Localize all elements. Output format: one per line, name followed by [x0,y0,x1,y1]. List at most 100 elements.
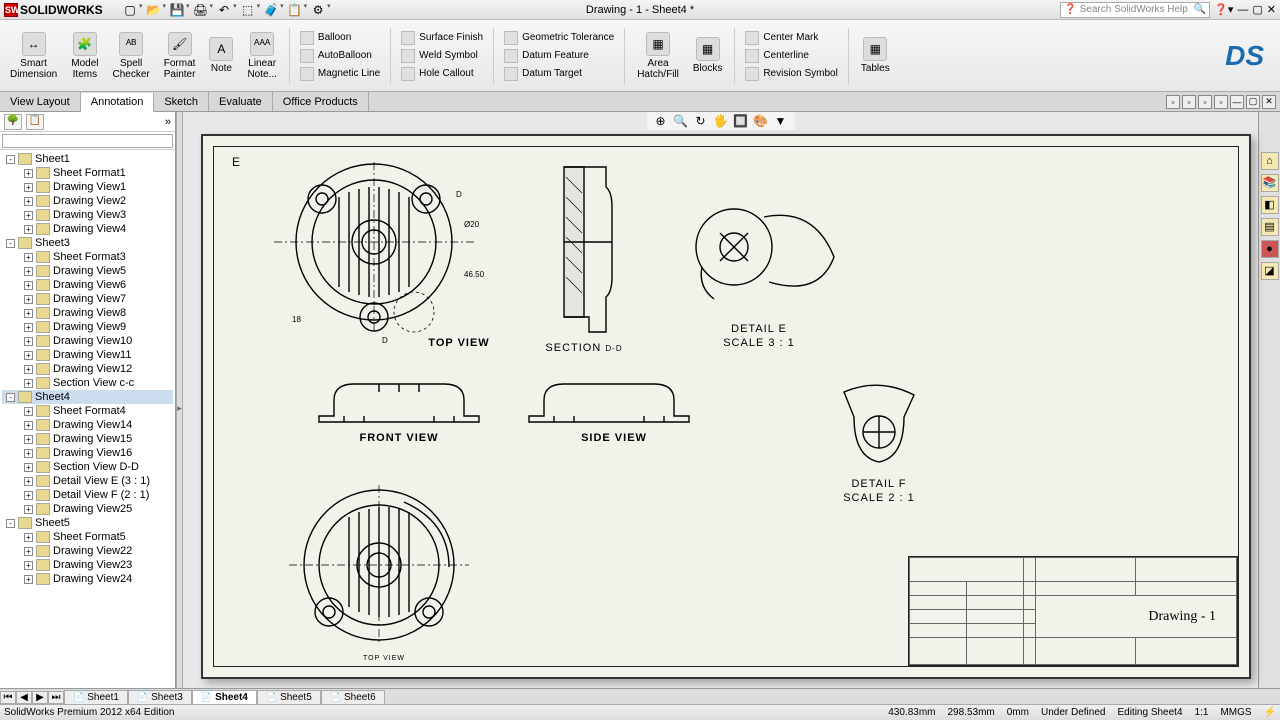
status-rebuild-icon[interactable]: ⚡ [1264,707,1276,718]
qat-dd-7[interactable]: ▾ [304,2,308,18]
drawing-view-detail-f[interactable]: DETAIL FSCALE 2 : 1 [824,377,934,507]
tree-item-drawing-view3[interactable]: +Drawing View3 [2,208,173,222]
tree-expand-icon[interactable]: + [24,407,33,416]
tree-expand-icon[interactable]: + [24,225,33,234]
tree-item-drawing-view6[interactable]: +Drawing View6 [2,278,173,292]
qat-btn-6[interactable]: 🧳 [263,2,279,18]
tab-office-products[interactable]: Office Products [273,92,369,111]
tree-expand-icon[interactable]: + [24,365,33,374]
tab-view-layout[interactable]: View Layout [0,92,81,111]
tree-item-drawing-view24[interactable]: +Drawing View24 [2,572,173,586]
tree-item-sheet-format1[interactable]: +Sheet Format1 [2,166,173,180]
tree-expand-icon[interactable]: + [24,421,33,430]
tree-item-drawing-view2[interactable]: +Drawing View2 [2,194,173,208]
mdi-min[interactable]: — [1230,95,1244,109]
qat-btn-2[interactable]: 💾 [169,2,185,18]
tree-expand-icon[interactable]: + [24,253,33,262]
fm-tab-prop[interactable]: 📋 [26,114,44,130]
qat-btn-7[interactable]: 📋 [287,2,303,18]
mdi-btn-1[interactable]: ▫ [1166,95,1180,109]
fm-filter-input[interactable] [2,134,173,148]
ribbon-center-0[interactable]: Center Mark [743,30,839,46]
sheet-nav-prev[interactable]: ◀ [16,691,32,704]
tree-item-section-view-c-c[interactable]: +Section View c-c [2,376,173,390]
tree-expand-icon[interactable]: - [6,155,15,164]
sheet-tab-sheet5[interactable]: 📄Sheet5 [257,690,321,705]
title-block[interactable]: Drawing - 1 [908,556,1238,666]
status-units[interactable]: MMGS [1220,707,1251,718]
tree-item-sheet1[interactable]: -Sheet1 [2,152,173,166]
tab-annotation[interactable]: Annotation [81,93,155,112]
tree-expand-icon[interactable]: + [24,337,33,346]
qat-dd-6[interactable]: ▾ [280,2,284,18]
tree-item-drawing-view4[interactable]: +Drawing View4 [2,222,173,236]
sheet-tab-sheet3[interactable]: 📄Sheet3 [128,690,192,705]
ribbon-surface-2[interactable]: Hole Callout [399,66,485,82]
taskpane-palette-icon[interactable]: ▤ [1261,218,1279,236]
qat-btn-0[interactable]: ▢ [122,2,138,18]
qat-dd-5[interactable]: ▾ [257,2,261,18]
tree-item-sheet-format3[interactable]: +Sheet Format3 [2,250,173,264]
sheet-nav-last[interactable]: ⏭ [48,691,64,704]
sheet-tab-sheet6[interactable]: 📄Sheet6 [321,690,385,705]
ribbon-center-2[interactable]: Revision Symbol [743,66,839,82]
tree-expand-icon[interactable]: - [6,519,15,528]
mdi-max[interactable]: ▢ [1246,95,1260,109]
ribbon-datum-0[interactable]: Geometric Tolerance [502,30,616,46]
mdi-close[interactable]: ✕ [1262,95,1276,109]
tree-item-sheet5[interactable]: -Sheet5 [2,516,173,530]
tree-item-detail-view-f--2---1-[interactable]: +Detail View F (2 : 1) [2,488,173,502]
drawing-view-front[interactable]: FRONT VIEW [309,372,489,452]
tree-item-drawing-view22[interactable]: +Drawing View22 [2,544,173,558]
tree-expand-icon[interactable]: + [24,281,33,290]
drawing-sheet[interactable]: E [201,134,1251,679]
ribbon-big-1[interactable]: 🧩ModelItems [67,24,102,88]
tree-item-sheet4[interactable]: -Sheet4 [2,390,173,404]
tree-expand-icon[interactable]: + [24,295,33,304]
ribbon-tables-0[interactable]: ▦Tables [857,24,894,88]
minimize-button[interactable]: — [1237,4,1248,16]
drawing-view-side[interactable]: SIDE VIEW [519,372,699,452]
taskpane-design-icon[interactable]: ◧ [1261,196,1279,214]
help-search[interactable]: ❓ Search SolidWorks Help 🔍 [1060,2,1210,18]
taskpane-resources-icon[interactable]: 📚 [1261,174,1279,192]
tree-item-drawing-view25[interactable]: +Drawing View25 [2,502,173,516]
qat-btn-3[interactable]: 🖨 [193,2,209,18]
tree-expand-icon[interactable]: + [24,533,33,542]
tree-item-drawing-view8[interactable]: +Drawing View8 [2,306,173,320]
mdi-btn-4[interactable]: ▫ [1214,95,1228,109]
drawing-view-bottom[interactable]: TOP VIEW [274,477,484,667]
tab-sketch[interactable]: Sketch [154,92,209,111]
feature-tree[interactable]: -Sheet1+Sheet Format1+Drawing View1+Draw… [0,150,175,692]
ribbon-center-1[interactable]: Centerline [743,48,839,64]
tree-item-sheet-format4[interactable]: +Sheet Format4 [2,404,173,418]
mdi-btn-2[interactable]: ▫ [1182,95,1196,109]
sheet-tab-sheet4[interactable]: 📄Sheet4 [192,690,257,705]
qat-btn-8[interactable]: ⚙ [310,2,326,18]
ribbon-big-5[interactable]: ᴬᴬᴬLinearNote... [243,24,280,88]
tree-expand-icon[interactable]: + [24,491,33,500]
tree-item-drawing-view14[interactable]: +Drawing View14 [2,418,173,432]
view-tool-0[interactable]: ⊕ [653,113,669,129]
qat-dd-4[interactable]: ▾ [233,2,237,18]
view-tool-6[interactable]: ▼ [773,113,789,129]
tree-item-drawing-view1[interactable]: +Drawing View1 [2,180,173,194]
taskpane-appearance-icon[interactable]: ● [1261,240,1279,258]
view-tool-1[interactable]: 🔍 [673,113,689,129]
maximize-button[interactable]: ▢ [1252,3,1262,16]
tree-expand-icon[interactable]: + [24,463,33,472]
tree-expand-icon[interactable]: + [24,267,33,276]
qat-dd-0[interactable]: ▾ [139,2,143,18]
qat-dd-8[interactable]: ▾ [327,2,331,18]
tree-expand-icon[interactable]: + [24,183,33,192]
qat-btn-1[interactable]: 📂 [146,2,162,18]
tree-item-drawing-view5[interactable]: +Drawing View5 [2,264,173,278]
ribbon-balloon-1[interactable]: AutoBalloon [298,48,382,64]
ribbon-hatch-0[interactable]: ▦AreaHatch/Fill [633,24,683,88]
tree-expand-icon[interactable]: + [24,449,33,458]
splitter[interactable]: ▸ [176,112,183,704]
tree-expand-icon[interactable]: + [24,197,33,206]
tree-expand-icon[interactable]: + [24,323,33,332]
tree-expand-icon[interactable]: + [24,561,33,570]
ribbon-big-4[interactable]: ANote [205,24,237,88]
